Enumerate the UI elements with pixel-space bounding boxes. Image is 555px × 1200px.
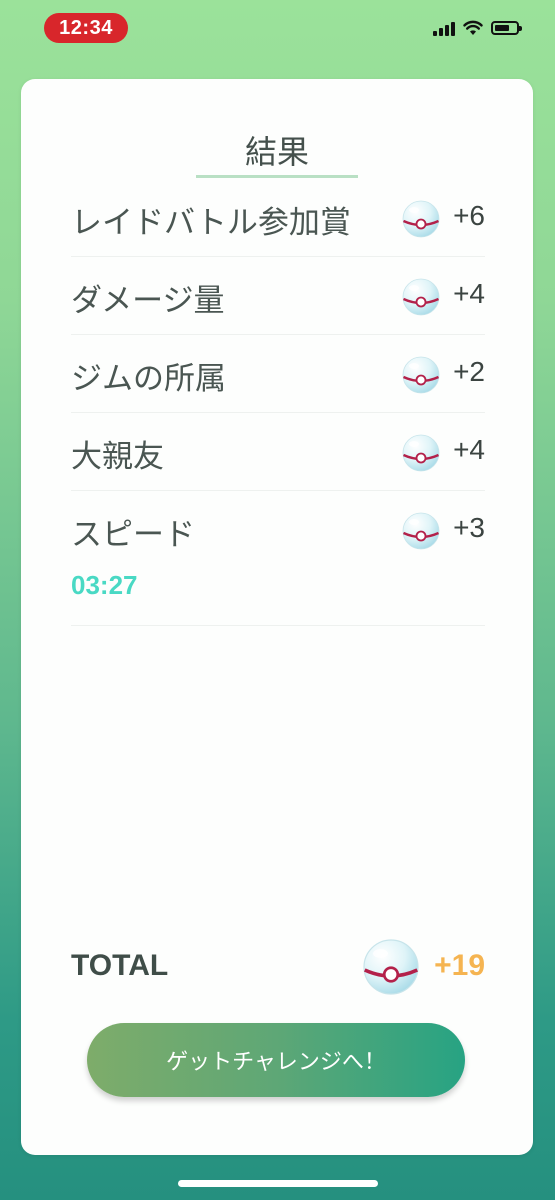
result-row-label: ダメージ量 xyxy=(71,283,225,319)
speed-time: 03:27 xyxy=(71,570,138,600)
result-row-best-friend: 大親友 +4 xyxy=(71,413,485,491)
results-list: レイドバトル参加賞 +6 ダメージ量 +4 ジムの所属 +2 大親友 +4 スピ… xyxy=(71,179,485,626)
battery-icon xyxy=(491,21,522,35)
total-value: +19 xyxy=(434,949,485,982)
results-title: 結果 xyxy=(244,133,309,171)
premier-ball-icon xyxy=(401,433,441,473)
result-row-value: +3 xyxy=(453,512,485,543)
premier-ball-icon xyxy=(401,277,441,317)
premier-ball-icon xyxy=(401,199,441,239)
result-row-value: +2 xyxy=(453,356,485,387)
result-row-damage: ダメージ量 +4 xyxy=(71,257,485,335)
result-row-label: レイドバトル参加賞 xyxy=(71,205,351,241)
result-row-label: ジムの所属 xyxy=(71,361,226,397)
premier-ball-icon xyxy=(401,355,441,395)
get-challenge-button[interactable]: ゲットチャレンジへ！ xyxy=(87,1023,465,1097)
premier-ball-icon xyxy=(361,937,421,997)
result-row-label: 大親友 xyxy=(71,439,164,475)
signal-icon xyxy=(433,20,455,36)
total-label: TOTAL xyxy=(71,949,169,982)
premier-ball-icon xyxy=(401,511,441,551)
result-row-value: +6 xyxy=(453,200,485,231)
results-card: 結果 レイドバトル参加賞 +6 ダメージ量 +4 ジムの所属 +2 大親友 +4… xyxy=(21,79,533,1155)
result-row-value: +4 xyxy=(453,434,485,465)
result-row-speed: スピード 03:27 +3 xyxy=(71,491,485,626)
result-row-raid-participation: レイドバトル参加賞 +6 xyxy=(71,179,485,257)
status-time: 12:34 xyxy=(44,13,128,43)
result-row-label: スピード xyxy=(71,517,195,553)
title-underline xyxy=(196,175,358,178)
result-row-gym: ジムの所属 +2 xyxy=(71,335,485,413)
result-row-value: +4 xyxy=(453,278,485,309)
wifi-icon xyxy=(463,20,483,35)
status-icons xyxy=(433,20,522,36)
status-bar: 12:34 xyxy=(0,0,555,60)
home-indicator[interactable] xyxy=(178,1180,378,1187)
